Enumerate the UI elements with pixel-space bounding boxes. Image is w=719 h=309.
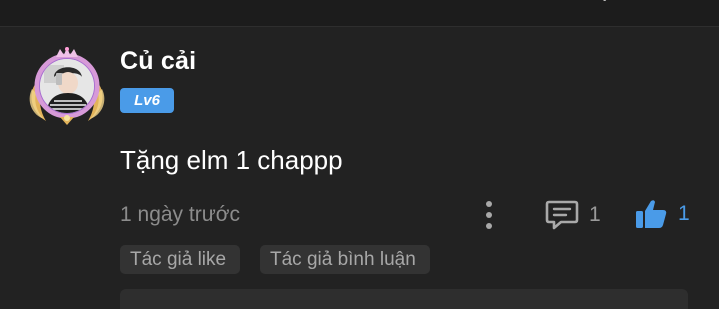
username[interactable]: Củ cải bbox=[120, 47, 196, 76]
tag-author-comment[interactable]: Tác giả bình luận bbox=[260, 245, 430, 274]
avatar[interactable] bbox=[26, 45, 108, 127]
tag-author-like[interactable]: Tác giả like bbox=[120, 245, 240, 274]
reply-button[interactable]: 1 bbox=[545, 198, 601, 232]
more-options-button[interactable] bbox=[478, 199, 502, 231]
thumbs-up-icon bbox=[636, 200, 667, 228]
timestamp: 1 ngày trước bbox=[120, 203, 241, 226]
like-count: 1 bbox=[678, 202, 690, 225]
person-photo-icon bbox=[40, 59, 94, 113]
top-bar-fragment: ˇ bbox=[602, 0, 607, 12]
reply-count: 1 bbox=[589, 203, 601, 226]
comment-item: Củ cải Lv6 Tặng elm 1 chappp 1 ngày trướ… bbox=[0, 27, 719, 309]
comment-text: Tặng elm 1 chappp bbox=[120, 145, 343, 175]
level-badge: Lv6 bbox=[120, 88, 174, 113]
like-button[interactable]: 1 bbox=[634, 197, 690, 231]
top-bar: ˇ bbox=[0, 0, 719, 27]
vertical-dots-icon bbox=[486, 201, 492, 207]
reply-preview-box[interactable] bbox=[120, 289, 688, 309]
comment-bubble-icon bbox=[545, 200, 579, 230]
avatar-photo bbox=[40, 59, 94, 113]
